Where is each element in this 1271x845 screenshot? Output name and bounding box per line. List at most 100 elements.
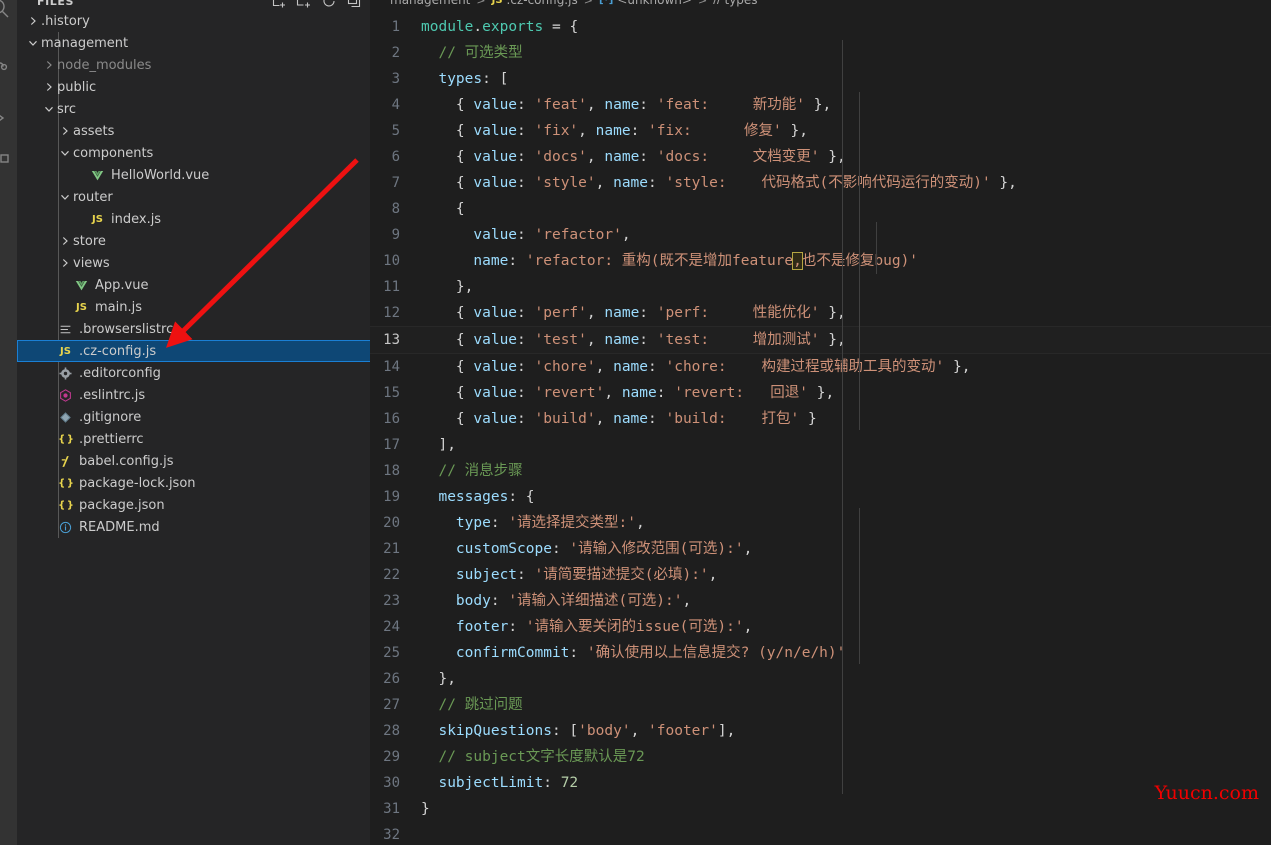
code-line-text[interactable]: // 可选类型 [421,40,1271,66]
code-line-text[interactable]: module.exports = { [421,14,1271,40]
code-line[interactable]: 3 types: [ [370,66,1271,92]
breadcrumb[interactable]: management > JS .cz-config.js > [*] <unknown> >… [370,0,1271,11]
code-line-text[interactable]: { [421,196,1271,222]
code-line-text[interactable]: messages: { [421,484,1271,510]
code-line-text[interactable]: ], [421,432,1271,458]
code-line[interactable]: 28 skipQuestions: ['body', 'footer'], [370,718,1271,744]
code-line-text[interactable]: { value: 'docs', name: 'docs: 文档变更' }, [421,144,1271,170]
code-line-text[interactable]: body: '请输入详细描述(可选):', [421,588,1271,614]
code-line-text[interactable]: value: 'refactor', [421,222,1271,248]
code-line-text[interactable]: footer: '请输入要关闭的issue(可选):', [421,614,1271,640]
new-file-icon[interactable] [271,0,287,9]
file-tree[interactable]: .history management node_modules public src a… [17,10,370,538]
tree-file-row[interactable]: babel.config.js [17,450,370,472]
code-line[interactable]: 11 }, [370,274,1271,300]
editor-vertical-scrollbar[interactable] [1257,0,1271,845]
code-content[interactable]: 1 module.exports = {2 // 可选类型 3 types: [4 … [370,14,1271,845]
code-line[interactable]: 25 confirmCommit: '确认使用以上信息提交? (y/n/e/h)… [370,640,1271,666]
tree-file-row[interactable]: .browserslistrc [17,318,370,340]
code-line[interactable]: 23 body: '请输入详细描述(可选):', [370,588,1271,614]
chevron-right-icon[interactable] [57,255,73,271]
tree-folder-row[interactable]: management [17,32,370,54]
tree-folder-row[interactable]: src [17,98,370,120]
tree-file-row[interactable]: JS main.js [17,296,370,318]
search-icon[interactable] [0,0,11,20]
code-line[interactable]: 22 subject: '请简要描述提交(必填):', [370,562,1271,588]
code-line[interactable]: 5 { value: 'fix', name: 'fix: 修复' }, [370,118,1271,144]
chevron-right-icon[interactable] [41,79,57,95]
chevron-right-icon[interactable] [57,233,73,249]
code-line[interactable]: 15 { value: 'revert', name: 'revert: 回退'… [370,380,1271,406]
chevron-down-icon[interactable] [57,189,73,205]
code-line[interactable]: 26 }, [370,666,1271,692]
tree-file-row[interactable]: JS .cz-config.js [17,340,370,362]
code-line-text[interactable]: { value: 'revert', name: 'revert: 回退' }, [421,380,1271,406]
code-line-text[interactable]: { value: 'style', name: 'style: 代码格式(不影响… [421,170,1271,196]
chevron-right-icon[interactable] [57,123,73,139]
chevron-right-icon[interactable] [41,57,57,73]
code-line-text[interactable]: subjectLimit: 72 [421,770,1271,796]
code-line-text[interactable]: { value: 'perf', name: 'perf: 性能优化' }, [421,300,1271,326]
code-line[interactable]: 9 value: 'refactor', [370,222,1271,248]
code-line-text[interactable]: subject: '请简要描述提交(必填):', [421,562,1271,588]
code-line-text[interactable]: } [421,796,1271,822]
code-line-text[interactable]: // subject文字长度默认是72 [421,744,1271,770]
code-line-text[interactable]: skipQuestions: ['body', 'footer'], [421,718,1271,744]
tree-folder-row[interactable]: store [17,230,370,252]
code-line-text[interactable]: { value: 'fix', name: 'fix: 修复' }, [421,118,1271,144]
tree-file-row[interactable]: README.md [17,516,370,538]
code-line-text[interactable]: { value: 'test', name: 'test: 增加测试' }, [421,327,1271,353]
code-line-text[interactable]: }, [421,666,1271,692]
tree-file-row[interactable]: .editorconfig [17,362,370,384]
code-line[interactable]: 32 [370,822,1271,845]
chevron-down-icon[interactable] [25,35,41,51]
tree-file-row[interactable]: JS index.js [17,208,370,230]
code-line[interactable]: 7 { value: 'style', name: 'style: 代码格式(不… [370,170,1271,196]
code-line[interactable]: 10 name: 'refactor: 重构(既不是增加feature,也不是修… [370,248,1271,274]
code-line[interactable]: 30 subjectLimit: 72 [370,770,1271,796]
breadcrumb-item[interactable]: management [390,0,470,7]
code-line-text[interactable]: // 跳过问题 [421,692,1271,718]
code-line[interactable]: 21 customScope: '请输入修改范围(可选):', [370,536,1271,562]
tree-file-row[interactable]: { } package-lock.json [17,472,370,494]
code-line-text[interactable]: { value: 'build', name: 'build: 打包' } [421,406,1271,432]
breadcrumb-item[interactable]: <unknown> [617,0,692,7]
source-control-icon[interactable] [0,58,11,82]
code-line-text[interactable]: customScope: '请输入修改范围(可选):', [421,536,1271,562]
code-line-text[interactable]: // 消息步骤 [421,458,1271,484]
tree-file-row[interactable]: .eslintrc.js [17,384,370,406]
extensions-icon[interactable] [0,152,11,176]
code-line[interactable]: 17 ], [370,432,1271,458]
tree-file-row[interactable]: .gitignore [17,406,370,428]
breadcrumb-item[interactable]: types [724,0,757,7]
code-line-text[interactable]: types: [ [421,66,1271,92]
new-folder-icon[interactable] [296,0,312,9]
code-line-text[interactable]: }, [421,274,1271,300]
code-line-text[interactable]: type: '请选择提交类型:', [421,510,1271,536]
code-line[interactable]: 1 module.exports = { [370,14,1271,40]
chevron-down-icon[interactable] [57,145,73,161]
code-line[interactable]: 27 // 跳过问题 [370,692,1271,718]
tree-folder-row[interactable]: router [17,186,370,208]
code-line[interactable]: 12 { value: 'perf', name: 'perf: 性能优化' }… [370,300,1271,326]
tree-folder-row[interactable]: assets [17,120,370,142]
code-line-text[interactable]: name: 'refactor: 重构(既不是增加feature,也不是修复bu… [421,248,1271,274]
code-line[interactable]: 13 { value: 'test', name: 'test: 增加测试' }… [370,326,1271,354]
tree-folder-row[interactable]: public [17,76,370,98]
code-line[interactable]: 14 { value: 'chore', name: 'chore: 构建过程或… [370,354,1271,380]
code-line[interactable]: 6 { value: 'docs', name: 'docs: 文档变更' }, [370,144,1271,170]
code-line[interactable]: 20 type: '请选择提交类型:', [370,510,1271,536]
code-line[interactable]: 18 // 消息步骤 [370,458,1271,484]
code-line[interactable]: 29 // subject文字长度默认是72 [370,744,1271,770]
tree-file-row[interactable]: { } package.json [17,494,370,516]
tree-folder-row[interactable]: node_modules [17,54,370,76]
refresh-icon[interactable] [321,0,337,9]
tree-folder-row[interactable]: components [17,142,370,164]
breadcrumb-item[interactable]: .cz-config.js [507,0,578,7]
code-line[interactable]: 4 { value: 'feat', name: 'feat: 新功能' }, [370,92,1271,118]
collapse-all-icon[interactable] [346,0,362,9]
code-line[interactable]: 16 { value: 'build', name: 'build: 打包' } [370,406,1271,432]
tree-file-row[interactable]: App.vue [17,274,370,296]
code-line[interactable]: 24 footer: '请输入要关闭的issue(可选):', [370,614,1271,640]
code-line[interactable]: 2 // 可选类型 [370,40,1271,66]
